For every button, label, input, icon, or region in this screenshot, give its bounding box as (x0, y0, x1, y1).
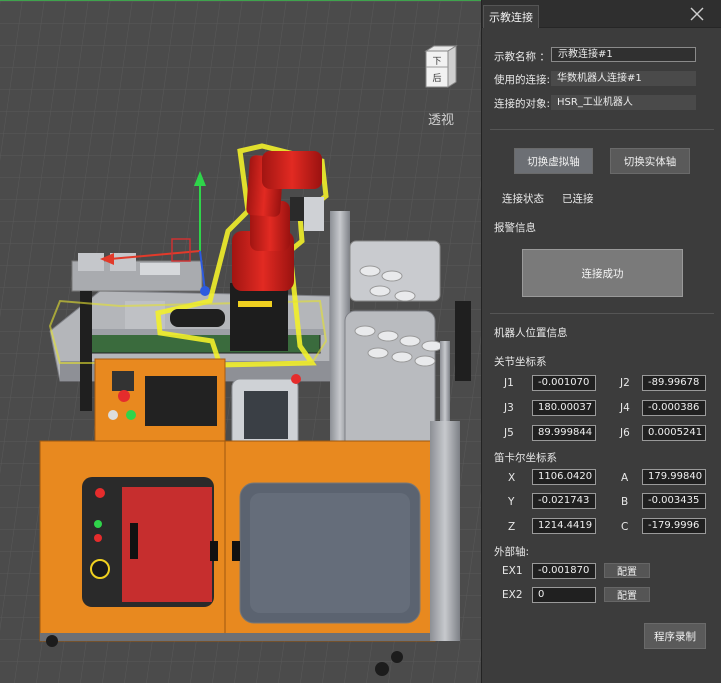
cartesian-name: C (621, 521, 629, 533)
joint-name: J5 (504, 427, 514, 439)
joint-value-j4[interactable]: -0.000386 (642, 400, 706, 416)
cartesian-value-b[interactable]: -0.003435 (642, 493, 706, 509)
external-value-ex2[interactable]: 0 (532, 587, 596, 603)
connected-object-value: HSR_工业机器人 (551, 95, 696, 110)
cartesian-value-a[interactable]: 179.99840 (642, 469, 706, 485)
connection-status-label: 连接状态 (502, 193, 544, 205)
cartesian-name: Z (508, 521, 516, 533)
joint-value-j2[interactable]: -89.99678 (642, 375, 706, 391)
3d-viewport[interactable]: 下 后 透视 (0, 0, 481, 683)
alarm-message-box: 连接成功 (522, 249, 683, 297)
external-axis-label: 外部轴: (494, 546, 530, 558)
joint-value-j3[interactable]: 180.00037 (532, 400, 596, 416)
switch-real-axis-button[interactable]: 切换实体轴 (610, 148, 690, 174)
cartesian-value-y[interactable]: -0.021743 (532, 493, 596, 509)
used-connection-label: 使用的连接: (494, 74, 551, 86)
used-connection-value: 华数机器人连接#1 (551, 71, 696, 86)
joint-value-j1[interactable]: -0.001070 (532, 375, 596, 391)
tab-teach-connection[interactable]: 示教连接 (483, 5, 539, 28)
joint-name: J2 (620, 377, 630, 389)
cartesian-value-x[interactable]: 1106.0420 (532, 469, 596, 485)
teach-name-label: 示教名称 ： (494, 51, 550, 63)
joint-value-j5[interactable]: 89.999844 (532, 425, 596, 441)
switch-virtual-axis-button[interactable]: 切换虚拟轴 (514, 148, 593, 174)
view-cube-top-face: 下 (432, 57, 441, 67)
cartesian-section-label: 笛卡尔坐标系 (494, 452, 557, 464)
teach-name-input[interactable]: 示教连接#1 (551, 47, 696, 62)
joint-name: J4 (620, 402, 630, 414)
cartesian-name: X (508, 472, 516, 484)
ex1-config-button[interactable]: 配置 (604, 563, 650, 578)
joint-name: J6 (620, 427, 630, 439)
alarm-label: 报警信息 (494, 222, 536, 234)
connected-object-label: 连接的对象: (494, 98, 551, 110)
ex2-config-button[interactable]: 配置 (604, 587, 650, 602)
view-cube[interactable]: 下 后 (424, 45, 458, 89)
cartesian-name: B (621, 496, 629, 508)
cartesian-value-c[interactable]: -179.9996 (642, 518, 706, 534)
joint-name: J3 (504, 402, 514, 414)
cartesian-value-z[interactable]: 1214.4419 (532, 518, 596, 534)
external-axis-name: EX2 (502, 589, 523, 601)
divider (490, 313, 714, 314)
panel-tabbar: 示教连接 (482, 0, 721, 28)
record-program-button[interactable]: 程序录制 (644, 623, 706, 649)
robot-position-label: 机器人位置信息 (494, 327, 568, 339)
view-cube-front-face: 后 (432, 73, 441, 84)
divider (490, 129, 714, 130)
joint-value-j6[interactable]: 0.0005241 (642, 425, 706, 441)
teach-connection-panel: 示教连接 示教名称 ： 示教连接#1 使用的连接: 华数机器人连接#1 连接的对… (481, 0, 721, 683)
cartesian-name: A (621, 472, 629, 484)
view-mode-label[interactable]: 透视 (428, 109, 454, 128)
joint-name: J1 (504, 377, 514, 389)
connection-status-value: 已连接 (562, 193, 594, 205)
external-axis-name: EX1 (502, 565, 523, 577)
scene-render (0, 1, 481, 683)
cartesian-name: Y (508, 496, 515, 508)
joint-section-label: 关节坐标系 (494, 356, 547, 368)
external-value-ex1[interactable]: -0.001870 (532, 563, 596, 579)
close-icon[interactable] (690, 7, 704, 21)
